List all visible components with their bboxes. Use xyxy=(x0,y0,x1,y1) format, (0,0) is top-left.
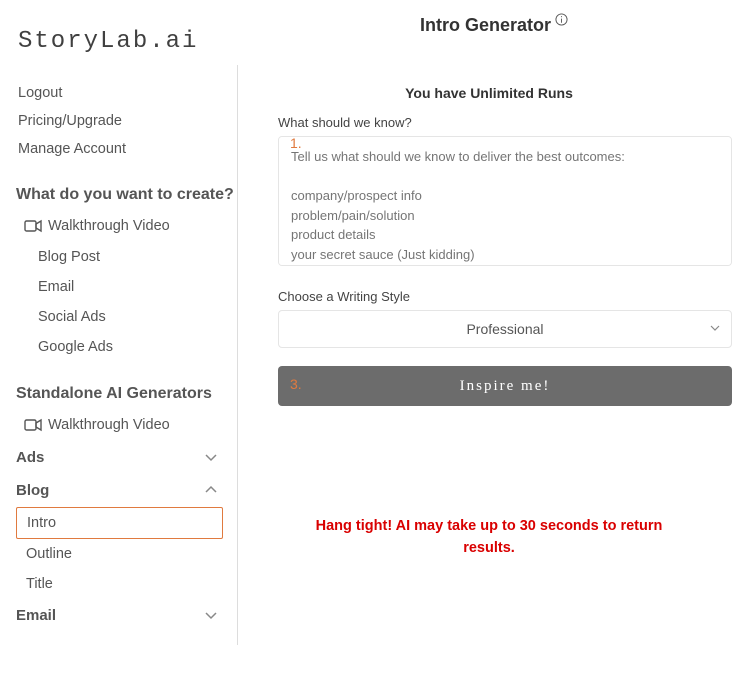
category-label: Email xyxy=(16,607,56,624)
wait-message: Hang tight! AI may take up to 30 seconds… xyxy=(238,516,740,560)
nav-google-ads[interactable]: Google Ads xyxy=(26,332,237,362)
walkthrough-label: Walkthrough Video xyxy=(48,417,170,433)
info-icon[interactable] xyxy=(555,13,568,26)
category-ads[interactable]: Ads xyxy=(14,441,237,474)
nav-social-ads[interactable]: Social Ads xyxy=(26,302,237,332)
nav-email[interactable]: Email xyxy=(26,272,237,302)
standalone-section-title: Standalone AI Generators xyxy=(16,384,237,405)
step-1-number: 1. xyxy=(290,135,302,151)
main-panel: Intro Generator You have Unlimited Runs … xyxy=(238,65,750,645)
step-3-number: 3. xyxy=(290,376,302,392)
walkthrough-video-create[interactable]: Walkthrough Video xyxy=(14,214,237,242)
sidebar: Logout Pricing/Upgrade Manage Account Wh… xyxy=(0,65,238,645)
chevron-up-icon xyxy=(203,482,219,498)
nav-blog-post[interactable]: Blog Post xyxy=(26,242,237,272)
video-icon xyxy=(24,219,42,233)
inspire-button[interactable]: Inspire me! xyxy=(278,366,732,406)
walkthrough-video-standalone[interactable]: Walkthrough Video xyxy=(14,413,237,441)
chevron-down-icon xyxy=(203,449,219,465)
writing-style-select[interactable]: Professional xyxy=(278,310,732,348)
chevron-down-icon xyxy=(203,607,219,623)
walkthrough-label: Walkthrough Video xyxy=(48,218,170,234)
pricing-link[interactable]: Pricing/Upgrade xyxy=(14,107,237,135)
step-1-label: What should we know? xyxy=(278,115,732,130)
category-label: Ads xyxy=(16,449,44,466)
page-title: Intro Generator xyxy=(420,15,551,36)
category-blog[interactable]: Blog xyxy=(14,474,237,507)
video-icon xyxy=(24,418,42,432)
create-section-title: What do you want to create? xyxy=(16,185,237,206)
context-textarea[interactable] xyxy=(278,136,732,266)
nav-blog-outline[interactable]: Outline xyxy=(14,539,237,569)
nav-blog-intro[interactable]: Intro xyxy=(16,507,223,539)
manage-account-link[interactable]: Manage Account xyxy=(14,135,237,163)
logout-link[interactable]: Logout xyxy=(14,79,237,107)
step-2-label: Choose a Writing Style xyxy=(278,289,732,304)
runs-info: You have Unlimited Runs xyxy=(238,85,740,101)
category-email[interactable]: Email xyxy=(14,599,237,632)
nav-blog-title[interactable]: Title xyxy=(14,569,237,599)
category-label: Blog xyxy=(16,482,49,499)
